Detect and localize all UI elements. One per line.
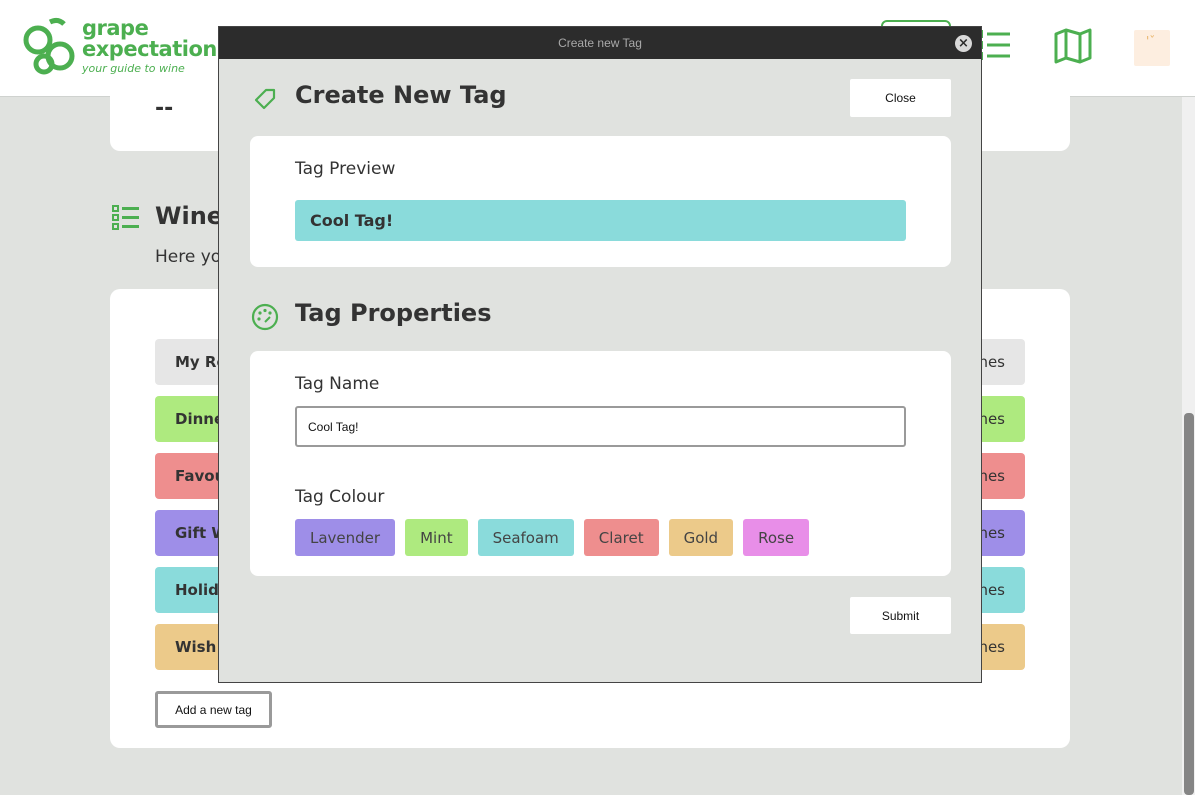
logo-tagline: your guide to wine xyxy=(82,62,185,75)
close-button[interactable]: Close xyxy=(850,79,951,117)
tag-row-count: nes xyxy=(978,524,1005,542)
tag-name-label: Tag Name xyxy=(295,374,380,394)
create-tag-dialog: Create new Tag × Create New Tag Close Ta… xyxy=(218,26,982,683)
avatar-face-icon: 'ˇ xyxy=(1146,34,1156,48)
dialog-window-title: Create new Tag xyxy=(558,36,642,50)
tag-row-count: nes xyxy=(978,581,1005,599)
tag-colour-label: Tag Colour xyxy=(295,487,385,507)
app-logo[interactable]: grape expectations your guide to wine xyxy=(22,16,229,80)
wine-lists-subtitle: Here yo xyxy=(155,247,222,267)
palette-icon xyxy=(251,303,279,331)
colour-swatch-group: Lavender Mint Seafoam Claret Gold Rose xyxy=(295,519,810,556)
tag-row-label: Dinne xyxy=(175,410,225,428)
colour-lavender-button[interactable]: Lavender xyxy=(295,519,396,556)
colour-gold-button[interactable]: Gold xyxy=(668,519,734,556)
tag-preview-panel: Tag Preview Cool Tag! xyxy=(250,136,951,267)
tag-row-count: nes xyxy=(978,467,1005,485)
tag-preview-chip: Cool Tag! xyxy=(295,200,906,241)
tag-properties-panel: Tag Name Tag Colour Lavender Mint Seafoa… xyxy=(250,351,951,576)
colour-mint-button[interactable]: Mint xyxy=(405,519,468,556)
user-avatar[interactable]: 'ˇ xyxy=(1134,30,1170,66)
dialog-titlebar: Create new Tag × xyxy=(219,27,981,59)
tag-row-count: nes xyxy=(978,353,1005,371)
tag-row-count: nes xyxy=(978,638,1005,656)
tag-preview-text: Cool Tag! xyxy=(310,211,394,230)
scrollbar-thumb[interactable] xyxy=(1184,413,1194,795)
dialog-heading: Create New Tag xyxy=(295,81,507,109)
grape-logo-icon xyxy=(23,17,75,75)
colour-seafoam-button[interactable]: Seafoam xyxy=(477,519,574,556)
list-icon xyxy=(112,205,139,230)
submit-button[interactable]: Submit xyxy=(850,597,951,634)
tag-properties-heading: Tag Properties xyxy=(295,299,492,327)
logo-text-line2: expectations xyxy=(82,37,229,61)
tag-icon xyxy=(254,88,276,110)
add-new-tag-button[interactable]: Add a new tag xyxy=(155,691,272,728)
tag-row-count: nes xyxy=(978,410,1005,428)
colour-rose-button[interactable]: Rose xyxy=(743,519,810,556)
close-icon[interactable]: × xyxy=(955,35,972,52)
tag-preview-label: Tag Preview xyxy=(295,159,396,179)
summary-value: -- xyxy=(155,96,174,121)
wine-lists-heading: Wine xyxy=(155,202,224,230)
tag-name-input[interactable] xyxy=(295,406,906,447)
colour-claret-button[interactable]: Claret xyxy=(583,519,659,556)
map-icon[interactable] xyxy=(1054,28,1092,64)
